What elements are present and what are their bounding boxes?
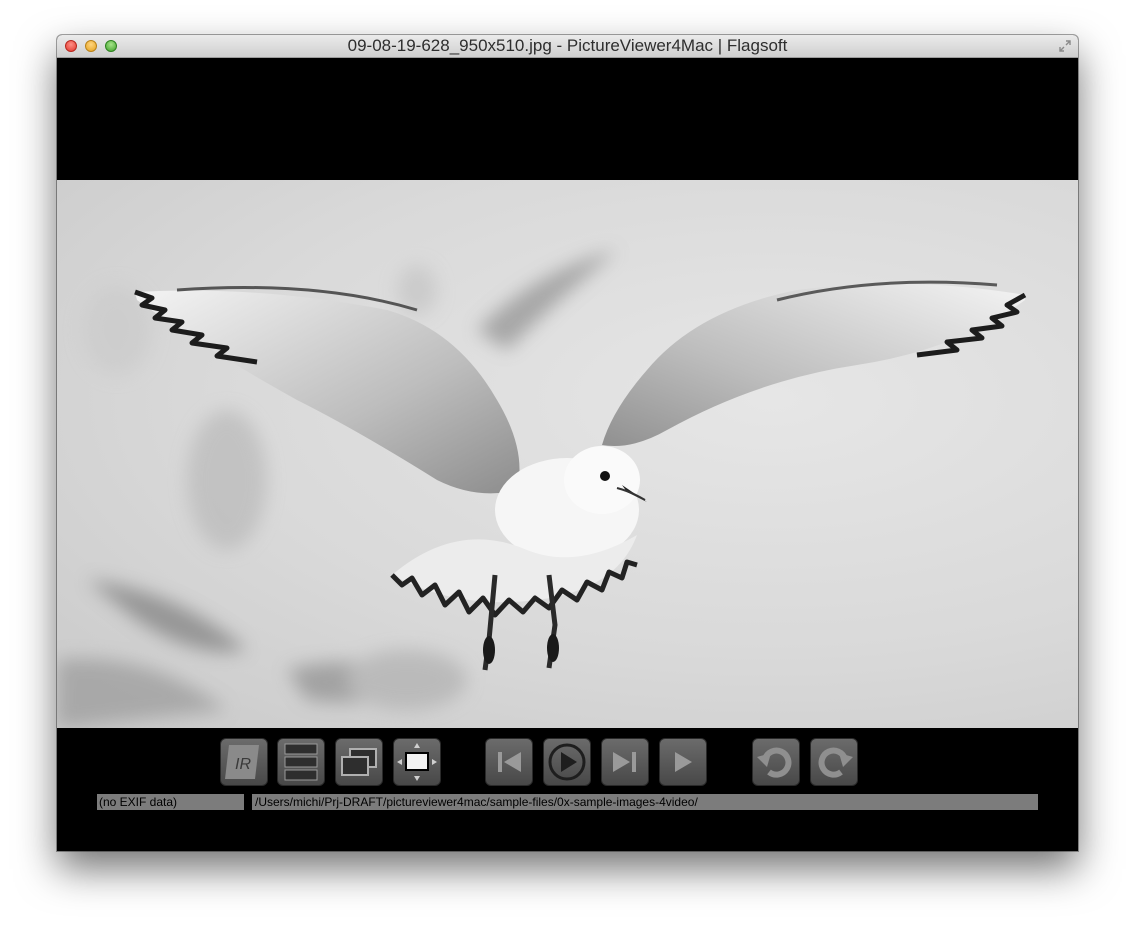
toolbar: IR — [57, 738, 1078, 786]
rotate-left-button[interactable] — [752, 738, 800, 786]
play-circle-icon — [548, 743, 586, 781]
stacked-list-icon — [284, 743, 318, 781]
ir-button[interactable]: IR — [220, 738, 268, 786]
overlapping-windows-icon — [341, 748, 377, 776]
app-window: 09-08-19-628_950x510.jpg - PictureViewer… — [57, 35, 1078, 851]
play-icon — [675, 752, 692, 772]
last-image-button[interactable] — [601, 738, 649, 786]
thumbnails-button[interactable] — [277, 738, 325, 786]
exif-info-field: (no EXIF data) — [97, 794, 244, 810]
fullscreen-icon[interactable] — [1058, 39, 1072, 53]
windows-button[interactable] — [335, 738, 383, 786]
file-path-field[interactable]: /Users/michi/Prj-DRAFT/pictureviewer4mac… — [252, 794, 1038, 810]
rotate-right-button[interactable] — [810, 738, 858, 786]
skip-forward-icon — [613, 752, 636, 772]
first-image-button[interactable] — [485, 738, 533, 786]
fit-screen-button[interactable] — [393, 738, 441, 786]
slideshow-button[interactable] — [543, 738, 591, 786]
title-bar[interactable]: 09-08-19-628_950x510.jpg - PictureViewer… — [57, 35, 1078, 58]
svg-text:IR: IR — [235, 756, 251, 773]
next-image-button[interactable] — [659, 738, 707, 786]
skip-back-icon — [498, 752, 521, 772]
ir-icon: IR — [225, 745, 259, 779]
seagull-photo — [57, 250, 1027, 728]
image-display[interactable] — [57, 180, 1078, 728]
rotate-right-icon — [818, 747, 853, 778]
fit-screen-icon — [397, 743, 437, 781]
window-title: 09-08-19-628_950x510.jpg - PictureViewer… — [347, 36, 788, 55]
rotate-left-icon — [757, 747, 792, 778]
